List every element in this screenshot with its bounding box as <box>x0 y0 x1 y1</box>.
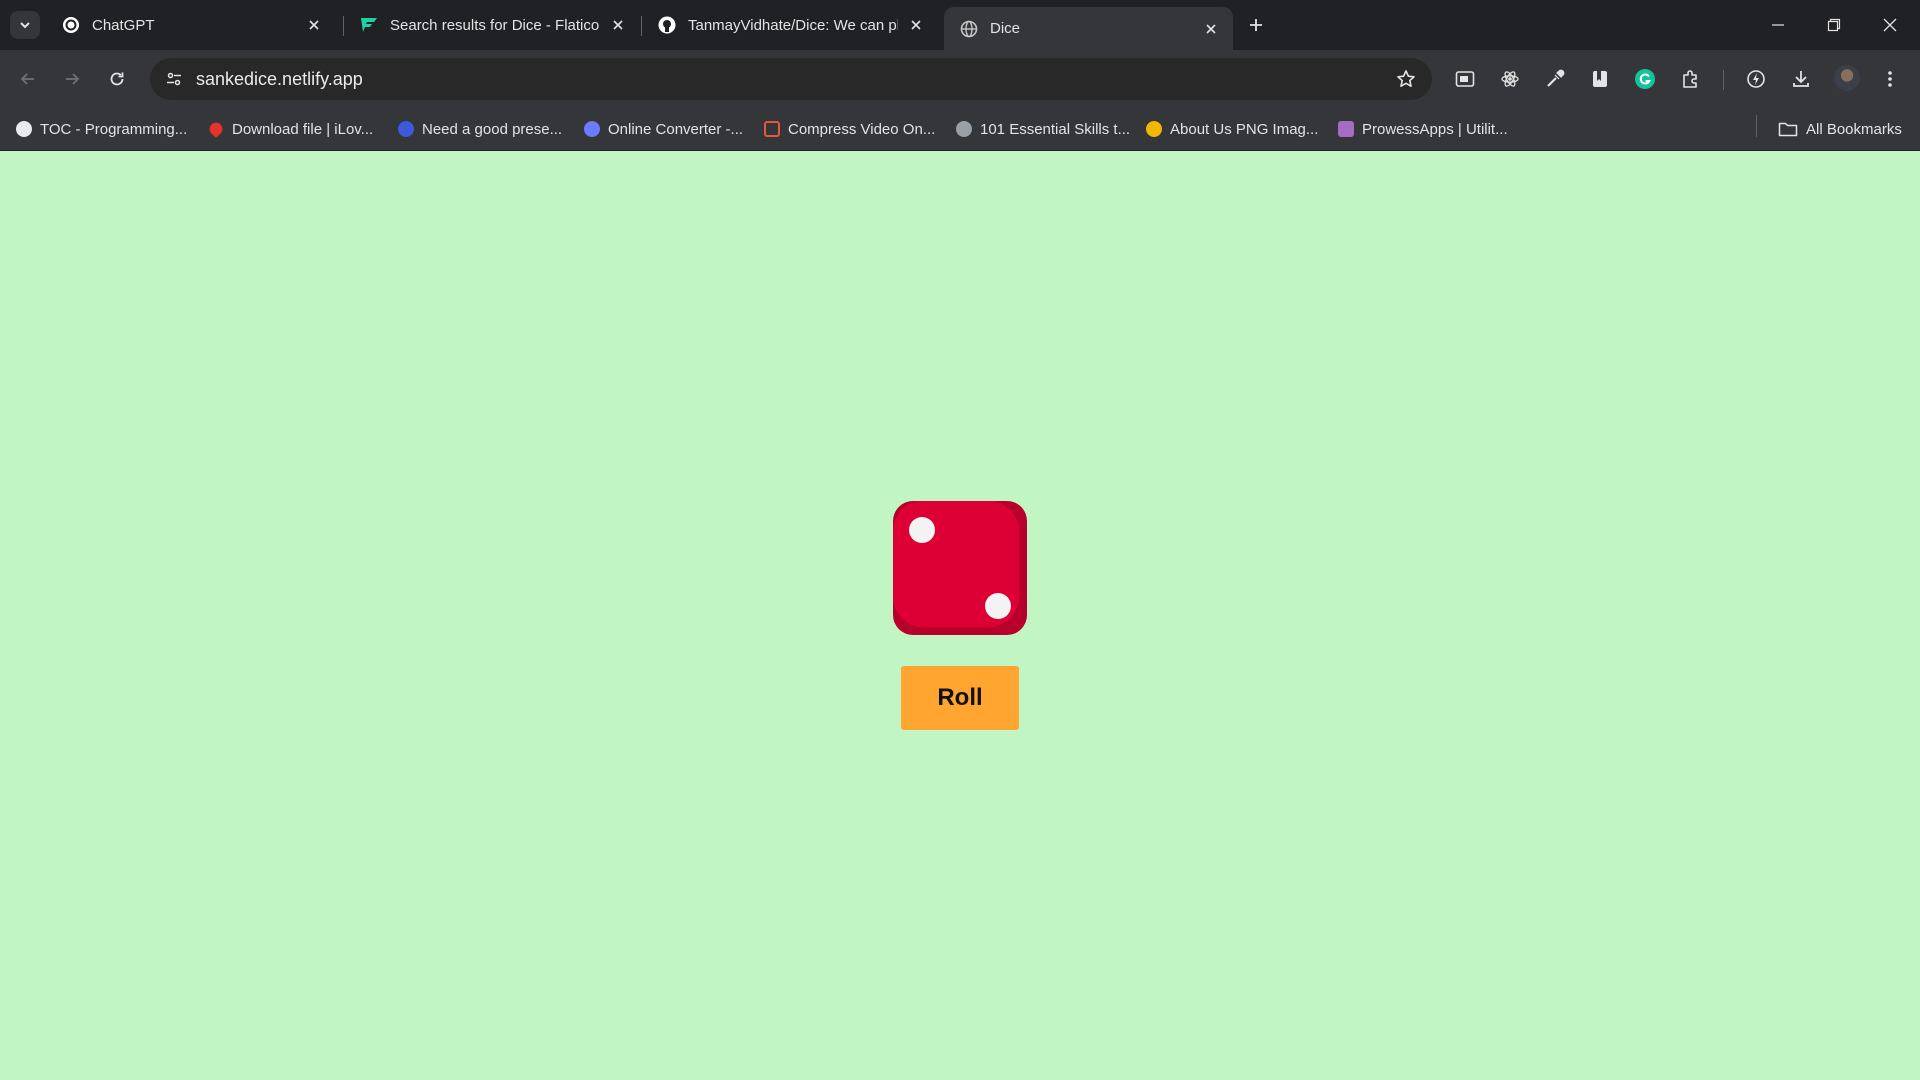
tab-title: Dice <box>990 20 1021 37</box>
bookmark-item[interactable]: Compress Video On... <box>764 118 935 140</box>
downloads-button[interactable] <box>1785 63 1817 95</box>
bookmark-item[interactable]: ProwessApps | Utilit... <box>1338 118 1508 140</box>
toc-icon <box>16 121 32 137</box>
roll-button[interactable]: Roll <box>901 666 1019 730</box>
media-control-button[interactable] <box>1449 63 1481 95</box>
heart-icon <box>206 119 226 139</box>
globe-icon <box>960 20 978 38</box>
close-icon[interactable] <box>608 15 628 35</box>
bookmark-label: Compress Video On... <box>788 120 936 138</box>
tab-github[interactable]: TanmayVidhate/Dice: We can play <box>642 7 938 43</box>
tab-title: TanmayVidhate/Dice: We can play <box>688 16 898 34</box>
bookmark-label: 101 Essential Skills t... <box>980 120 1131 138</box>
bookmark-item[interactable]: TOC - Programming... <box>16 118 187 140</box>
browser-toolbar: sankedice.netlify.app <box>0 50 1920 108</box>
dice-face <box>893 501 1027 635</box>
bookmark-label: About Us PNG Imag... <box>1170 120 1319 138</box>
star-icon <box>1397 70 1415 87</box>
toolbar-divider <box>1723 70 1724 90</box>
restore-button[interactable] <box>1806 0 1862 50</box>
tab-search-button[interactable] <box>10 11 40 39</box>
bookmark-label: Online Converter -... <box>608 120 744 138</box>
bookmark-label: TOC - Programming... <box>40 120 188 138</box>
back-button[interactable] <box>12 63 44 95</box>
download-icon <box>1793 71 1809 87</box>
minimize-icon <box>1772 24 1784 26</box>
globe-icon <box>956 121 972 137</box>
arrow-left-icon <box>20 73 34 85</box>
flaticon-icon <box>360 16 378 34</box>
bookmark-item[interactable]: 101 Essential Skills t... <box>956 118 1130 140</box>
performance-button[interactable] <box>1740 63 1772 95</box>
close-icon <box>1883 18 1897 32</box>
circle-icon <box>398 121 414 137</box>
dice-pip <box>909 517 935 543</box>
tab-title: Search results for Dice - Flaticon <box>390 16 600 34</box>
video-icon <box>764 121 780 137</box>
dice-pip <box>985 593 1011 619</box>
dice-app: Roll <box>0 152 1920 1080</box>
folder-icon <box>1778 122 1798 137</box>
all-bookmarks-button[interactable]: All Bookmarks <box>1778 118 1902 140</box>
bookmark-star-button[interactable] <box>1390 63 1422 95</box>
plus-icon <box>1250 19 1262 31</box>
github-icon <box>658 16 676 34</box>
picture-in-picture-icon <box>1455 71 1475 87</box>
address-bar[interactable]: sankedice.netlify.app <box>150 58 1432 100</box>
forward-button[interactable] <box>56 63 88 95</box>
react-devtools-extension[interactable] <box>1494 63 1526 95</box>
bookmark-item[interactable]: Download file | iLov... <box>206 118 374 140</box>
bookmark-label: Download file | iLov... <box>232 120 374 138</box>
book-icon <box>1593 71 1607 87</box>
chevron-down-icon <box>20 22 30 29</box>
profile-avatar[interactable] <box>1834 65 1860 91</box>
reader-extension[interactable] <box>1584 63 1616 95</box>
gauge-icon <box>1747 70 1765 88</box>
chatgpt-icon <box>62 16 80 34</box>
browser-menu-button[interactable] <box>1874 63 1906 95</box>
more-vertical-icon <box>1888 71 1892 87</box>
bookmark-label: ProwessApps | Utilit... <box>1362 120 1508 138</box>
atom-icon <box>1501 71 1519 87</box>
grammarly-extension[interactable] <box>1629 63 1661 95</box>
bookmarks-bar: TOC - Programming... Download file | iLo… <box>0 108 1920 151</box>
prowess-icon <box>1338 121 1354 137</box>
restore-icon <box>1827 18 1841 32</box>
eyedropper-icon <box>1547 69 1565 87</box>
url-text[interactable]: sankedice.netlify.app <box>196 58 363 100</box>
all-bookmarks-label: All Bookmarks <box>1806 120 1902 138</box>
converter-icon <box>584 121 600 137</box>
tune-icon <box>167 72 181 86</box>
close-window-button[interactable] <box>1862 0 1918 50</box>
color-picker-extension[interactable] <box>1539 63 1571 95</box>
tab-dice[interactable]: Dice <box>944 7 1233 50</box>
tab-strip: ChatGPT Search results for Dice - Flatic… <box>0 0 1920 50</box>
close-icon[interactable] <box>1201 19 1221 39</box>
close-icon[interactable] <box>906 15 926 35</box>
close-icon[interactable] <box>304 15 324 35</box>
new-tab-button[interactable] <box>1242 11 1270 39</box>
reload-icon <box>110 72 124 86</box>
tab-title: ChatGPT <box>92 16 155 34</box>
bookmarks-divider <box>1756 115 1757 137</box>
puzzle-icon <box>1683 70 1697 88</box>
tab-chatgpt[interactable]: ChatGPT <box>46 7 336 43</box>
png-icon <box>1146 121 1162 137</box>
minimize-button[interactable] <box>1750 0 1806 50</box>
extensions-button[interactable] <box>1674 63 1706 95</box>
bookmark-item[interactable]: Online Converter -... <box>584 118 743 140</box>
site-info-button[interactable] <box>158 63 190 95</box>
reload-button[interactable] <box>101 63 133 95</box>
bookmark-item[interactable]: Need a good prese... <box>398 118 562 140</box>
arrow-right-icon <box>66 73 80 85</box>
tab-flaticon[interactable]: Search results for Dice - Flaticon <box>344 7 640 43</box>
bookmark-item[interactable]: About Us PNG Imag... <box>1146 118 1318 140</box>
grammarly-icon <box>1635 69 1655 89</box>
bookmark-label: Need a good prese... <box>422 120 563 138</box>
